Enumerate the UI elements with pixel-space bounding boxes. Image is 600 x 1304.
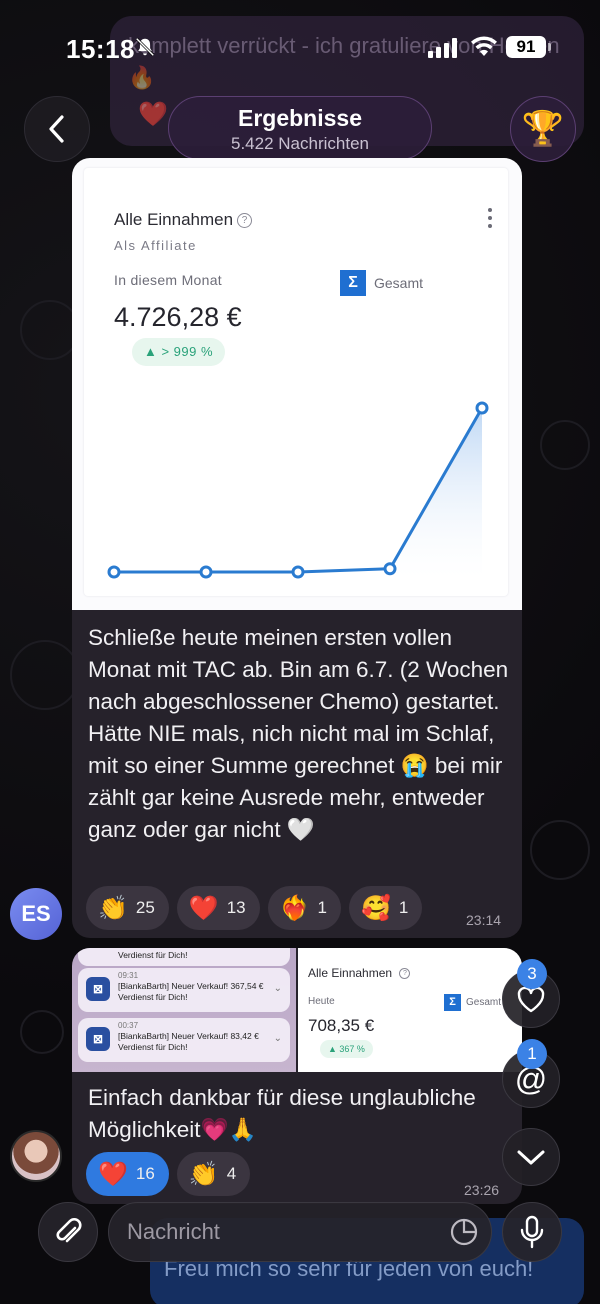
reaction-chip[interactable]: 👏 4 xyxy=(176,1152,251,1196)
reaction-chip[interactable]: ❤️ 13 xyxy=(176,886,260,930)
scroll-down-button[interactable] xyxy=(502,1128,560,1186)
change-badge: ▲ > 999 % xyxy=(132,338,226,366)
total-label: Gesamt xyxy=(374,275,424,291)
card-title-text: Alle Einnahmen xyxy=(114,210,234,229)
reaction-count: 1 xyxy=(398,898,409,917)
help-icon: ? xyxy=(399,968,411,979)
chat-title: Ergebnisse xyxy=(238,105,362,131)
reactions-jump-button[interactable]: 3 xyxy=(502,959,560,1028)
reaction-emoji: 👏 xyxy=(98,894,128,922)
previous-message-reaction: ❤️ xyxy=(138,101,168,128)
sigma-icon: Σ xyxy=(444,994,461,1011)
total-label: Gesamt xyxy=(466,997,502,1008)
microphone-icon xyxy=(520,1215,544,1249)
chart-point xyxy=(475,401,489,415)
reactions-row: 👏 25 ❤️ 13 ❤️‍🔥 1 🥰 1 xyxy=(86,886,423,930)
avatar[interactable] xyxy=(10,1130,62,1182)
card-subtitle: Als Affiliate xyxy=(114,238,197,253)
reaction-count: 4 xyxy=(226,1164,237,1183)
message-input-field[interactable] xyxy=(108,1202,492,1262)
notification-text: [BiankaBarth] Neuer Verkauf! 83,42 € Ver… xyxy=(118,1031,259,1052)
paperclip-icon xyxy=(56,1218,82,1243)
notification: ⊠ 09:31 [BiankaBarth] Neuer Verkauf! 367… xyxy=(78,968,290,1012)
card-title-text: Alle Einnahmen xyxy=(308,966,393,980)
reactions-badge: 3 xyxy=(517,959,547,989)
notification-time: 00:37 xyxy=(118,1021,139,1030)
help-icon: ? xyxy=(237,213,253,228)
reaction-emoji: ❤️ xyxy=(188,894,219,922)
mentions-jump-button[interactable]: @ 1 xyxy=(502,1039,560,1108)
reactions-row: ❤️ 16 👏 4 xyxy=(86,1152,251,1196)
microphone-button[interactable] xyxy=(502,1202,562,1262)
wifi-icon xyxy=(471,36,497,56)
reaction-emoji: ❤️‍🔥 xyxy=(279,894,310,922)
earnings-card: Alle Einnahmen? Als Affiliate In diesem … xyxy=(84,168,508,596)
sigma-icon: Σ xyxy=(340,270,366,296)
heart-outline-icon xyxy=(517,986,545,1013)
chart-point xyxy=(291,565,305,579)
chart-point xyxy=(199,565,213,579)
more-options-icon xyxy=(486,206,494,230)
card-title: Alle Einnahmen ? xyxy=(308,966,411,980)
message-timestamp: 23:14 xyxy=(466,912,502,928)
message-timestamp: 23:26 xyxy=(464,1182,500,1198)
period-label: Heute xyxy=(308,996,335,1007)
earnings-line-chart xyxy=(107,401,489,579)
reaction-count: 1 xyxy=(317,898,327,917)
chat-title-header[interactable]: Ergebnisse 5.422 Nachrichten xyxy=(168,96,432,160)
message-bubble[interactable]: Alle Einnahmen? Als Affiliate In diesem … xyxy=(72,158,522,938)
change-badge: ▲ 367 % xyxy=(320,1040,373,1058)
earnings-amount: 4.726,28 € xyxy=(114,302,242,332)
reaction-emoji: 👏 xyxy=(188,1160,219,1188)
app-icon: ⊠ xyxy=(86,1027,110,1051)
mentions-badge: 1 xyxy=(517,1039,547,1069)
chart-point xyxy=(107,565,121,579)
status-bar: 15:18 91 xyxy=(0,0,600,96)
notification: ⊠ 00:37 [BiankaBarth] Neuer Verkauf! 83,… xyxy=(78,1018,290,1062)
trophy-icon[interactable]: 🏆 xyxy=(510,96,576,162)
chart-point xyxy=(383,562,397,576)
message-input[interactable] xyxy=(127,1203,427,1261)
avatar[interactable]: ES xyxy=(10,888,62,940)
reaction-count: 13 xyxy=(226,898,246,917)
cellular-signal-icon xyxy=(428,36,457,58)
mute-bell-icon xyxy=(135,37,155,57)
app-icon: ⊠ xyxy=(86,977,110,1001)
reaction-emoji: ❤️ xyxy=(98,1160,128,1188)
chevron-left-icon xyxy=(49,115,64,143)
notification-text: Verdienst für Dich! xyxy=(118,950,188,960)
message-bubble[interactable]: Verdienst für Dich! ⊠ 09:31 [BiankaBarth… xyxy=(72,948,522,1204)
attach-button[interactable] xyxy=(38,1202,98,1262)
earnings-screenshot[interactable]: Alle Einnahmen? Als Affiliate In diesem … xyxy=(72,158,522,610)
chevron-down-icon: ⌄ xyxy=(273,983,282,994)
reaction-count: 25 xyxy=(135,898,155,917)
chat-message-count: 5.422 Nachrichten xyxy=(231,134,369,153)
notification-text: [BiankaBarth] Neuer Verkauf! 367,54 € Ve… xyxy=(118,981,264,1002)
reaction-chip[interactable]: 🥰 1 xyxy=(348,886,423,930)
card-title: Alle Einnahmen? xyxy=(114,210,253,230)
earnings-amount: 708,35 € xyxy=(308,1016,375,1035)
reaction-chip[interactable]: 👏 25 xyxy=(86,886,169,930)
back-button[interactable] xyxy=(24,96,90,162)
battery-indicator: 91 xyxy=(506,36,551,58)
message-text: Einfach dankbar für diese unglaubliche M… xyxy=(88,1085,476,1142)
notifications-screenshot[interactable]: Verdienst für Dich! ⊠ 09:31 [BiankaBarth… xyxy=(72,948,296,1072)
reaction-chip[interactable]: ❤️ 16 xyxy=(86,1152,169,1196)
period-label: In diesem Monat xyxy=(114,272,222,288)
status-time: 15:18 xyxy=(66,34,135,64)
chevron-down-icon: ⌄ xyxy=(273,1033,282,1044)
message-text: Schließe heute meinen ersten vollen Mona… xyxy=(88,625,509,842)
earnings-screenshot-small[interactable]: Alle Einnahmen ? Heute Σ Gesamt 708,35 €… xyxy=(298,948,522,1072)
chevron-down-icon xyxy=(517,1150,545,1165)
notification-time: 09:31 xyxy=(118,971,139,980)
reaction-chip[interactable]: ❤️‍🔥 1 xyxy=(267,886,341,930)
reaction-count: 16 xyxy=(135,1164,155,1183)
notification: Verdienst für Dich! xyxy=(78,948,290,966)
sticker-icon[interactable] xyxy=(449,1217,479,1247)
reaction-emoji: 🥰 xyxy=(360,894,391,922)
